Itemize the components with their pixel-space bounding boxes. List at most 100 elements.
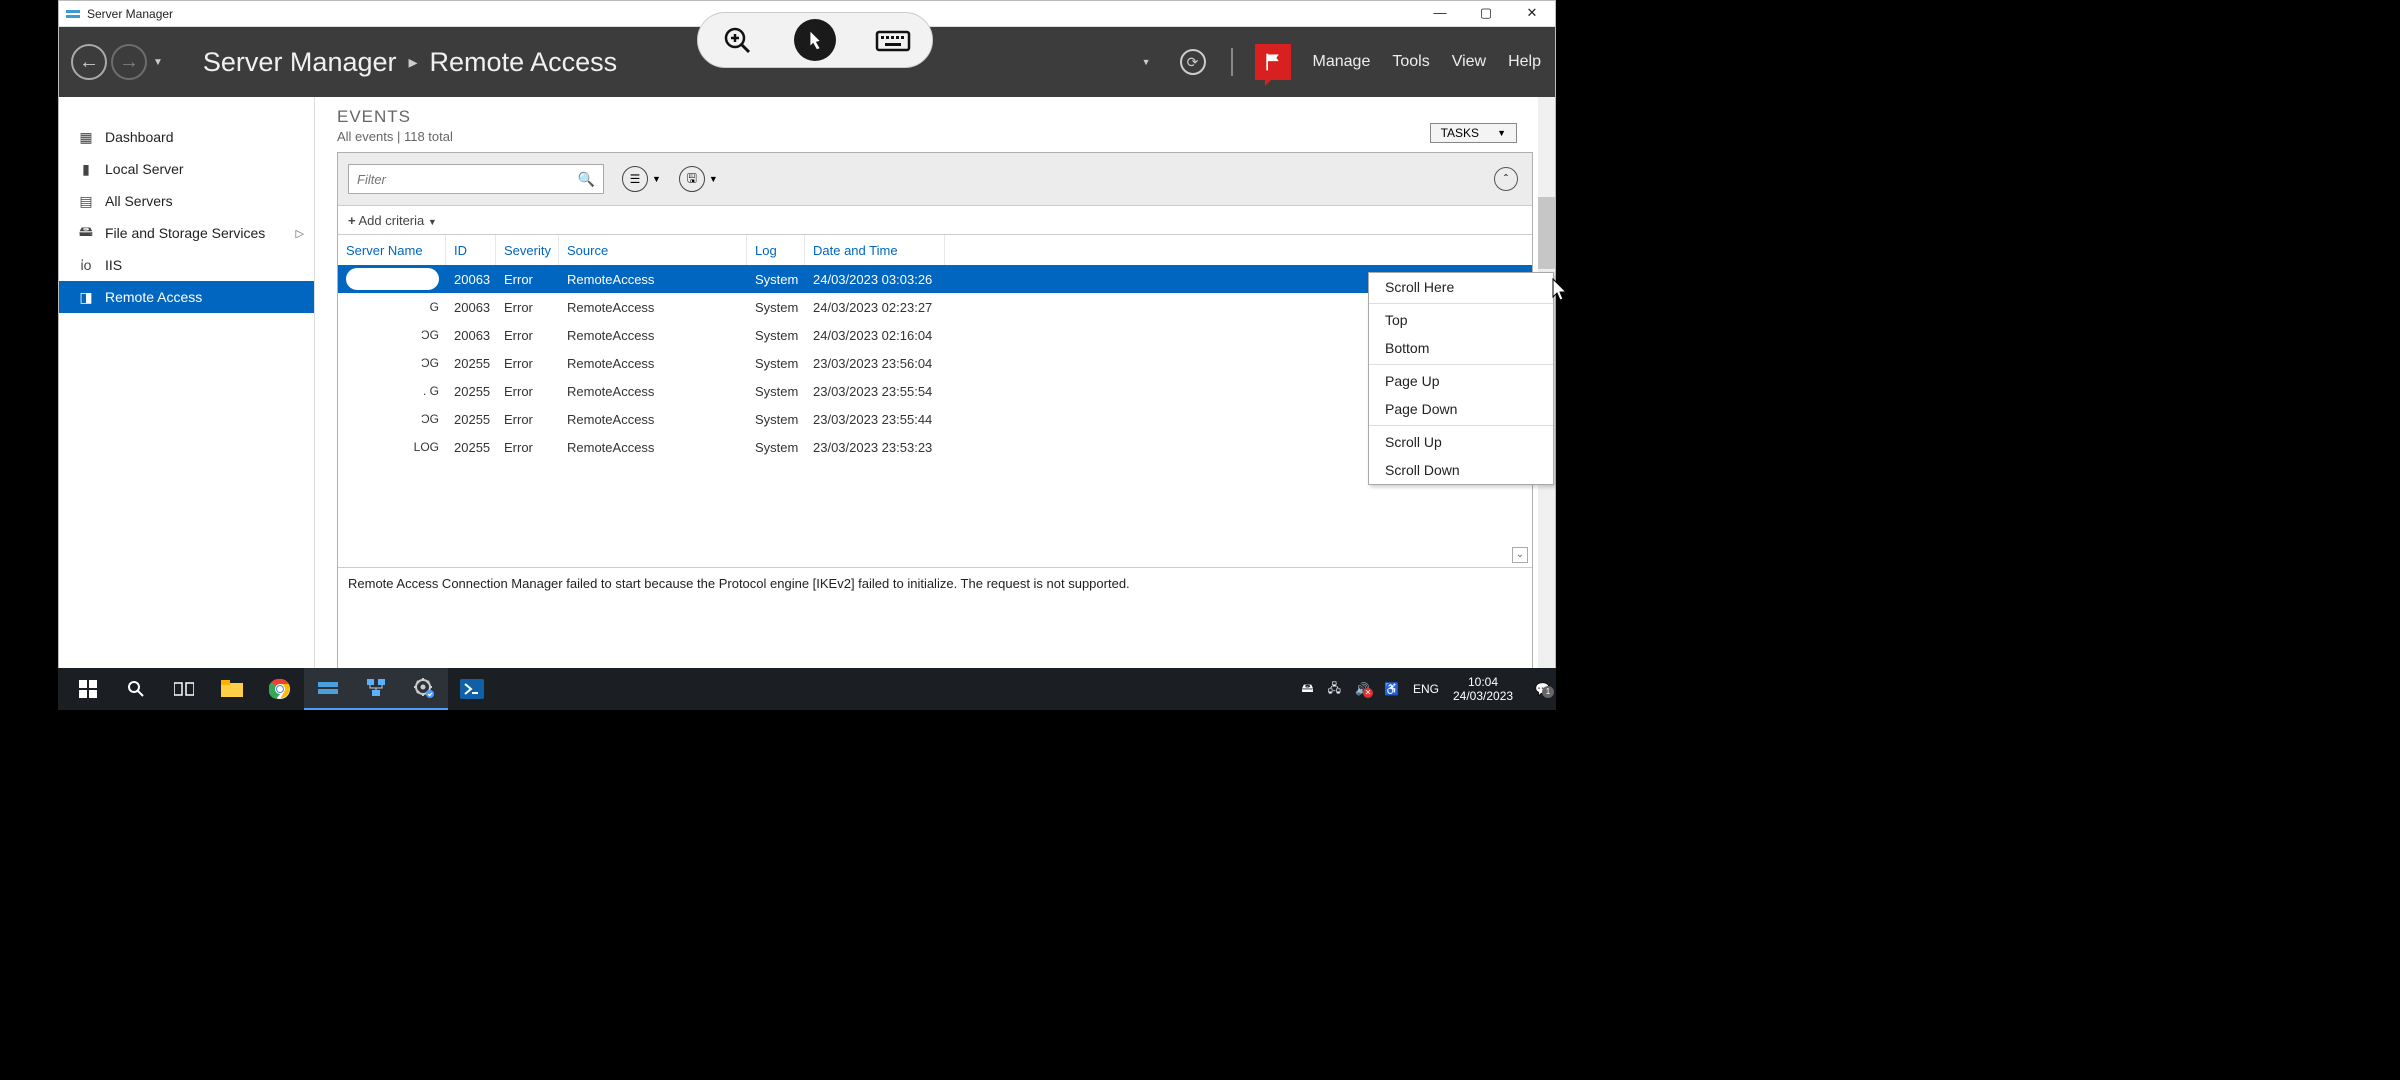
menu-tools[interactable]: Tools (1392, 53, 1429, 71)
remote-session-toolbar (697, 12, 933, 68)
settings-gear-icon[interactable] (400, 668, 448, 710)
nav-forward-button[interactable]: → (111, 44, 147, 80)
criteria-bar: + Add criteria ▼ (338, 205, 1532, 235)
divider (1231, 48, 1233, 76)
col-id[interactable]: ID (446, 235, 496, 265)
table-row[interactable]: 20063ErrorRemoteAccessSystem24/03/2023 0… (338, 265, 1532, 293)
table-row[interactable]: . G20255ErrorRemoteAccessSystem23/03/202… (338, 377, 1532, 405)
action-center-icon[interactable]: 💬1 (1535, 682, 1550, 696)
sidebar-item-file-storage[interactable]: 🖴 File and Storage Services ▷ (59, 217, 314, 249)
table-row[interactable]: G20063ErrorRemoteAccessSystem24/03/2023 … (338, 293, 1532, 321)
col-server-name[interactable]: Server Name (338, 235, 446, 265)
tray-network-icon[interactable]: 🖧 (1328, 679, 1341, 700)
main-body: ▦ Dashboard ▮Local Server ▤All Servers 🖴 F… (59, 97, 1555, 709)
taskbar-clock[interactable]: 10:04 24/03/2023 (1453, 675, 1513, 703)
chevron-right-icon: ▸ (409, 52, 418, 73)
panel-toolbar: 🔍 ☰▼ 🖫▼ ˆ (338, 153, 1532, 205)
iis-icon: ἰο (77, 256, 95, 274)
network-connections-icon[interactable] (352, 668, 400, 710)
tray-accessibility-icon[interactable]: ♿ (1384, 682, 1399, 696)
sidebar-item-label: Remote Access (105, 289, 202, 305)
taskbar: 🖴 🖧 🔊✕ ♿ ENG 10:04 24/03/2023 💬1 (58, 668, 1556, 710)
table-row[interactable]: LOG20255ErrorRemoteAccessSystem23/03/202… (338, 433, 1532, 461)
sidebar-item-label: Local Server (105, 161, 184, 177)
add-criteria-button[interactable]: + Add criteria ▼ (348, 213, 437, 228)
search-button[interactable] (112, 668, 160, 710)
nav-back-button[interactable]: ← (71, 44, 107, 80)
context-item[interactable]: Top (1369, 306, 1553, 334)
sidebar-item-label: File and Storage Services (105, 225, 265, 241)
section-subtitle: All events | 118 total (337, 129, 1533, 144)
ribbon-right: ▼ ⟳ Manage Tools View Help (1142, 44, 1541, 80)
sidebar-item-local-server[interactable]: ▮Local Server (59, 153, 314, 185)
context-item[interactable]: Page Down (1369, 395, 1553, 423)
context-item[interactable]: Bottom (1369, 334, 1553, 362)
nav-history-dropdown[interactable]: ▼ (153, 57, 163, 68)
remote-access-icon: ◨ (77, 288, 95, 306)
server-manager-taskbar-icon[interactable] (304, 668, 352, 710)
filter-box: 🔍 (348, 164, 604, 194)
view-options-button[interactable]: ☰▼ (622, 166, 661, 192)
scroll-down-icon[interactable]: ⌄ (1512, 547, 1528, 563)
mouse-cursor-icon (1552, 278, 1570, 302)
col-date[interactable]: Date and Time (805, 235, 945, 265)
notifications-dropdown-icon[interactable]: ▼ (1142, 57, 1151, 67)
server-manager-window: Server Manager — ▢ ✕ ← → ▼ Server Manage… (58, 0, 1556, 710)
scrollbar-thumb[interactable] (1538, 197, 1555, 269)
servers-icon: ▤ (77, 192, 95, 210)
notifications-flag-icon[interactable] (1255, 44, 1291, 80)
save-query-button[interactable]: 🖫▼ (679, 166, 718, 192)
sidebar-item-remote-access[interactable]: ◨ Remote Access (59, 281, 314, 313)
table-row[interactable]: ƆG20255ErrorRemoteAccessSystem23/03/2023… (338, 349, 1532, 377)
tasks-dropdown[interactable]: TASKS▼ (1430, 123, 1517, 143)
minimize-button[interactable]: — (1417, 1, 1463, 27)
start-button[interactable] (64, 668, 112, 710)
sidebar-item-iis[interactable]: ἰοIIS (59, 249, 314, 281)
clock-date: 24/03/2023 (1453, 689, 1513, 703)
table-row[interactable]: ƆG20063ErrorRemoteAccessSystem24/03/2023… (338, 321, 1532, 349)
dashboard-icon: ▦ (77, 128, 95, 146)
sidebar-item-dashboard[interactable]: ▦ Dashboard (59, 121, 314, 153)
app-title: Server Manager (87, 7, 173, 21)
sidebar: ▦ Dashboard ▮Local Server ▤All Servers 🖴 F… (59, 97, 315, 709)
keyboard-icon[interactable] (872, 19, 914, 61)
events-panel: 🔍 ☰▼ 🖫▼ ˆ + Add criteria ▼ Server Name I… (337, 152, 1533, 709)
remote-connection-icon[interactable] (794, 19, 836, 61)
chrome-icon[interactable] (256, 668, 304, 710)
tasks-label: TASKS (1441, 126, 1479, 140)
events-grid: Server Name ID Severity Source Log Date … (338, 235, 1532, 568)
chevron-right-icon: ▷ (296, 227, 304, 240)
menu-help[interactable]: Help (1508, 53, 1541, 71)
maximize-button[interactable]: ▢ (1463, 1, 1509, 27)
filter-input[interactable] (357, 172, 578, 187)
tray-volume-icon[interactable]: 🔊✕ (1355, 682, 1370, 696)
task-view-button[interactable] (160, 668, 208, 710)
breadcrumb-root[interactable]: Server Manager (203, 47, 397, 78)
context-item[interactable]: Scroll Up (1369, 428, 1553, 456)
disk-icon: 🖴 (77, 224, 95, 242)
breadcrumb: Server Manager ▸ Remote Access (203, 47, 617, 78)
section-title: EVENTS (337, 107, 1533, 127)
menu-view[interactable]: View (1452, 53, 1486, 71)
file-explorer-icon[interactable] (208, 668, 256, 710)
grid-body: 20063ErrorRemoteAccessSystem24/03/2023 0… (338, 265, 1532, 567)
tray-drive-icon[interactable]: 🖴 (1302, 679, 1314, 700)
close-button[interactable]: ✕ (1509, 1, 1555, 27)
sidebar-item-label: Dashboard (105, 129, 174, 145)
refresh-button[interactable]: ⟳ (1177, 46, 1209, 78)
menu-manage[interactable]: Manage (1313, 53, 1371, 71)
powershell-icon[interactable] (448, 668, 496, 710)
col-log[interactable]: Log (747, 235, 805, 265)
breadcrumb-current: Remote Access (430, 47, 618, 78)
context-item[interactable]: Scroll Down (1369, 456, 1553, 484)
context-item[interactable]: Page Up (1369, 367, 1553, 395)
zoom-in-icon[interactable] (716, 19, 758, 61)
sidebar-item-all-servers[interactable]: ▤All Servers (59, 185, 314, 217)
col-source[interactable]: Source (559, 235, 747, 265)
col-severity[interactable]: Severity (496, 235, 559, 265)
search-icon[interactable]: 🔍 (578, 171, 595, 188)
table-row[interactable]: ƆG20255ErrorRemoteAccessSystem23/03/2023… (338, 405, 1532, 433)
context-item[interactable]: Scroll Here (1369, 273, 1553, 301)
collapse-panel-button[interactable]: ˆ (1494, 167, 1518, 191)
tray-language[interactable]: ENG (1413, 682, 1439, 696)
